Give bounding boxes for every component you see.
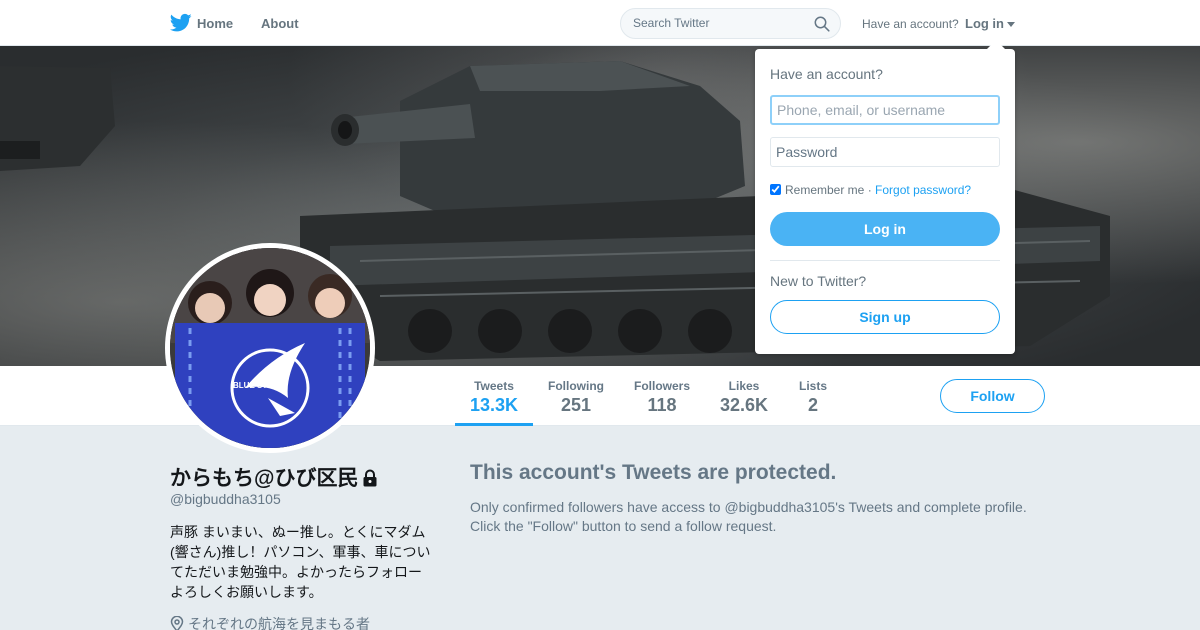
stat-likes[interactable]: Likes 32.6K	[713, 366, 775, 426]
stat-tweets-value[interactable]: 13.3K	[455, 395, 533, 416]
stat-tweets-label[interactable]: Tweets	[455, 379, 533, 393]
remember-me-checkbox[interactable]	[770, 184, 781, 195]
avatar-photo: BLUE STEEL	[170, 248, 370, 448]
password-field[interactable]	[770, 137, 1000, 167]
twitter-bird-icon[interactable]	[170, 13, 192, 33]
stat-lists[interactable]: Lists 2	[792, 366, 834, 426]
login-dropdown-toggle[interactable]: Log in	[965, 16, 1015, 31]
search-icon[interactable]	[814, 16, 830, 32]
have-account-text: Have an account?	[862, 17, 959, 31]
stat-following-value[interactable]: 251	[541, 395, 611, 416]
stat-likes-label[interactable]: Likes	[713, 379, 775, 393]
protected-description: Only confirmed followers have access to …	[470, 499, 1027, 534]
remember-me-label[interactable]: Remember me	[785, 183, 864, 197]
avatar[interactable]: BLUE STEEL	[165, 243, 375, 453]
dropdown-divider	[770, 260, 1000, 261]
stat-followers-label[interactable]: Followers	[627, 379, 697, 393]
stat-lists-label[interactable]: Lists	[792, 379, 834, 393]
stat-followers-value[interactable]: 118	[627, 395, 697, 416]
login-dropdown-title: Have an account?	[770, 66, 883, 82]
stat-lists-value[interactable]: 2	[792, 395, 834, 416]
nav-about-link[interactable]: About	[261, 16, 299, 31]
profile-handle[interactable]: @bigbuddha3105	[170, 491, 281, 507]
top-nav: Home About Have an account? Log in	[0, 0, 1200, 46]
profile-location: それぞれの航海を見まもる者	[170, 614, 370, 630]
caret-down-icon[interactable]	[1007, 22, 1015, 28]
search-input[interactable]	[633, 16, 803, 30]
stat-likes-value[interactable]: 32.6K	[713, 395, 775, 416]
follow-button[interactable]: Follow	[940, 379, 1045, 413]
profile-name-text: からもち@ひび区民	[170, 467, 359, 490]
avatar-illustration	[170, 248, 370, 448]
signup-button[interactable]: Sign up	[770, 300, 1000, 334]
search-box[interactable]	[620, 8, 841, 39]
forgot-password-link[interactable]: Forgot password?	[875, 183, 971, 197]
profile-bio: 声豚 まいまい、ぬー推し。とくにマダム(響さん)推し！パソコン、軍事、車について…	[170, 524, 431, 600]
avatar-flag-text: BLUE STEEL	[233, 381, 283, 390]
stat-tweets[interactable]: Tweets 13.3K	[455, 366, 533, 426]
remember-row: Remember me · Forgot password?	[770, 183, 971, 197]
stat-following-label[interactable]: Following	[541, 379, 611, 393]
login-button[interactable]: Log in	[770, 212, 1000, 246]
profile-name: からもち@ひび区民	[170, 462, 378, 492]
stat-following[interactable]: Following 251	[541, 366, 611, 426]
dropdown-caret	[987, 40, 1005, 49]
new-to-twitter-text: New to Twitter?	[770, 273, 867, 289]
username-field[interactable]	[770, 95, 1000, 125]
location-pin-icon	[170, 615, 184, 630]
lock-icon	[363, 469, 377, 487]
profile-location-text: それぞれの航海を見まもる者	[188, 616, 370, 630]
remember-separator: ·	[867, 183, 872, 197]
stat-followers[interactable]: Followers 118	[627, 366, 697, 426]
login-dropdown: Have an account? Remember me · Forgot pa…	[755, 49, 1015, 354]
nav-home-link[interactable]: Home	[197, 16, 233, 31]
protected-title: This account's Tweets are protected.	[470, 461, 837, 484]
login-toggle-label[interactable]: Log in	[965, 16, 1004, 31]
